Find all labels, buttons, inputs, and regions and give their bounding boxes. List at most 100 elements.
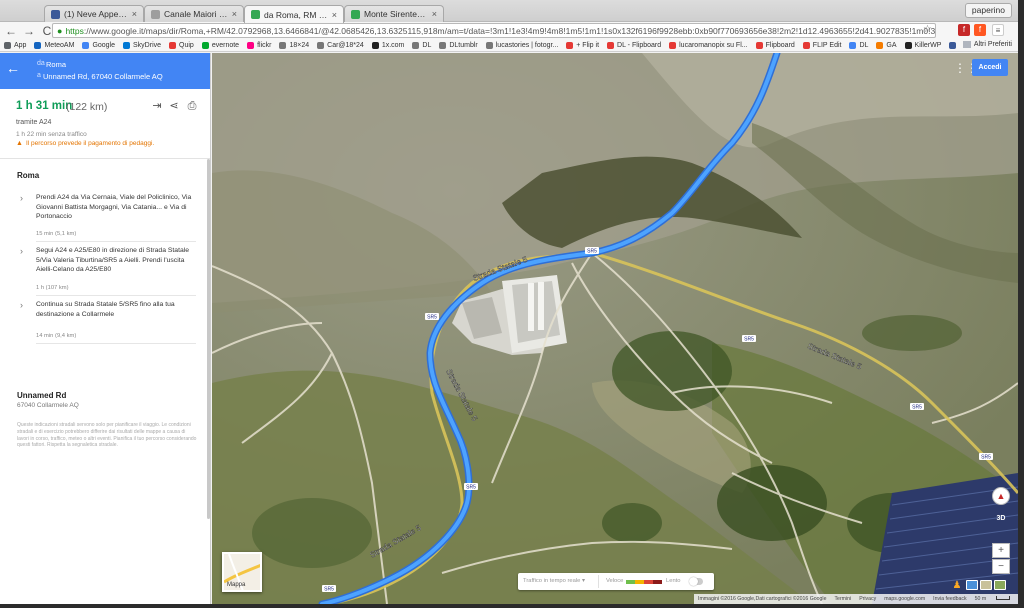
profile-button[interactable]: paperino bbox=[964, 3, 1012, 18]
apps-grid-icon[interactable]: ⋮⋮ bbox=[954, 62, 978, 74]
bookmark-item[interactable]: Flipboard bbox=[755, 41, 795, 49]
tab-monte-sirente[interactable]: Monte Sirente - Google Maps × bbox=[344, 5, 444, 22]
bookmark-favicon-icon bbox=[949, 41, 957, 49]
bookmark-item[interactable]: Quip bbox=[169, 41, 194, 49]
close-icon[interactable]: × bbox=[132, 9, 137, 19]
bookmark-label: FLIP Edit bbox=[812, 41, 842, 49]
direction-step[interactable]: › Prendi A24 da Via Cernaia, Viale del P… bbox=[0, 193, 207, 243]
back-arrow-icon[interactable]: ← bbox=[6, 61, 20, 75]
bookmark-item[interactable] bbox=[949, 41, 959, 49]
bookmark-item[interactable]: FLIP Edit bbox=[802, 41, 842, 49]
close-icon[interactable]: × bbox=[432, 9, 437, 19]
chevron-right-icon: › bbox=[20, 193, 23, 203]
sign-in-button[interactable]: Accedi bbox=[972, 59, 1008, 76]
road-shield: SR5 bbox=[742, 335, 756, 343]
bookmark-favicon-icon bbox=[371, 41, 379, 49]
bookmark-label: lucastories | fotogr... bbox=[495, 41, 559, 49]
other-bookmarks-folder[interactable]: Altri Preferiti bbox=[962, 41, 1012, 48]
bookmark-item[interactable]: MeteoAM bbox=[34, 41, 74, 49]
map-type-toggle[interactable]: Mappa bbox=[222, 552, 262, 592]
scale-label: 50 m bbox=[975, 596, 1018, 602]
address-bar[interactable]: ● https ://www.google.it/maps/dir/Roma,+… bbox=[52, 23, 936, 38]
bookmark-item[interactable]: + Flip it bbox=[566, 41, 599, 49]
step-meta: 1 h (107 km) bbox=[36, 285, 69, 291]
bookmark-item[interactable]: KillerWP bbox=[904, 41, 942, 49]
bookmark-item[interactable]: Car@18*24 bbox=[317, 41, 364, 49]
imagery-thumbnail[interactable] bbox=[980, 580, 992, 590]
bookmark-item[interactable]: flickr bbox=[247, 41, 271, 49]
extension-icon[interactable]: f bbox=[958, 24, 970, 36]
url-scheme: https bbox=[65, 25, 84, 36]
tab-neve-appennino[interactable]: (1) Neve Appennino × bbox=[44, 5, 144, 22]
bookmark-item[interactable]: Google bbox=[82, 41, 115, 49]
bookmark-label: KillerWP bbox=[914, 41, 942, 49]
compass-icon[interactable]: ▲ bbox=[992, 487, 1010, 505]
satellite-map[interactable]: SR5 SR5 SR5 SR5 SR5 SR5 SR5 Strada Stata… bbox=[212, 53, 1018, 604]
extension-icon[interactable]: f bbox=[974, 24, 986, 36]
traffic-legend-swatch bbox=[644, 580, 653, 584]
divider bbox=[36, 343, 196, 344]
destination-value[interactable]: Unnamed Rd, 67040 Collarmele AQ bbox=[43, 72, 163, 81]
route-duration: 1 h 31 min bbox=[16, 100, 73, 112]
browser-window: (1) Neve Appennino × Canale Maiori (Mont… bbox=[0, 0, 1018, 604]
menu-icon[interactable]: ≡ bbox=[992, 24, 1004, 36]
pegman-icon[interactable]: ♟ bbox=[952, 579, 962, 592]
directions-disclaimer: Queste indicazioni stradali servono solo… bbox=[17, 422, 197, 449]
road-shield: SR5 bbox=[425, 313, 439, 321]
bookmark-favicon-icon bbox=[279, 41, 287, 49]
traffic-dropdown[interactable]: Traffico in tempo reale ▾ bbox=[523, 578, 585, 584]
traffic-toggle[interactable] bbox=[689, 577, 703, 586]
bookmark-favicon-icon bbox=[201, 41, 209, 49]
direction-step[interactable]: › Continua su Strada Statale 5/SR5 fino … bbox=[0, 300, 207, 350]
maps-app: ← da Roma a Unnamed Rd, 67040 Collarmele… bbox=[0, 53, 1018, 604]
bookmark-item[interactable]: DLtumblr bbox=[439, 41, 478, 49]
send-to-device-icon[interactable]: ⇥ bbox=[151, 100, 163, 112]
origin-prefix: da bbox=[37, 60, 45, 67]
bookmark-item[interactable]: App bbox=[4, 41, 26, 49]
close-icon[interactable]: × bbox=[332, 10, 337, 20]
zoom-out-button[interactable]: − bbox=[992, 559, 1010, 574]
tilt-3d-button[interactable]: 3D bbox=[992, 512, 1010, 526]
tab-label: Monte Sirente - Google Maps bbox=[364, 9, 428, 19]
bookmark-label: DL bbox=[422, 41, 432, 49]
tab-route-roma[interactable]: da Roma, RM a Unnamed Rd × bbox=[244, 5, 344, 23]
bookmark-star-icon[interactable]: ☆ bbox=[923, 24, 932, 35]
privacy-link[interactable]: Privacy bbox=[859, 596, 876, 602]
maps-link[interactable]: maps.google.com bbox=[884, 596, 925, 602]
panel-scrollbar[interactable] bbox=[207, 159, 210, 519]
feedback-link[interactable]: Invia feedback bbox=[933, 596, 966, 602]
bookmark-item[interactable]: DL bbox=[412, 41, 432, 49]
bookmark-item[interactable]: DL - Flipboard bbox=[607, 41, 661, 49]
url-text: ://www.google.it/maps/dir/Roma,+RM/42.07… bbox=[83, 25, 936, 36]
tab-label: (1) Neve Appennino bbox=[64, 9, 128, 19]
origin-value[interactable]: Roma bbox=[46, 60, 66, 69]
share-icon[interactable]: ⋖ bbox=[168, 100, 180, 112]
lock-icon: ● bbox=[57, 25, 63, 36]
bookmark-item[interactable]: DL bbox=[849, 41, 868, 49]
bookmark-item[interactable]: 1x.com bbox=[371, 41, 404, 49]
bookmark-favicon-icon bbox=[607, 41, 615, 49]
bookmark-item[interactable]: GA bbox=[876, 41, 897, 49]
road-shield: SR5 bbox=[910, 403, 924, 411]
facebook-icon bbox=[51, 9, 60, 19]
bookmark-item[interactable]: SkyDrive bbox=[123, 41, 161, 49]
bookmark-item[interactable]: lucaromanopix su Fl... bbox=[669, 41, 748, 49]
tab-canale-maiori[interactable]: Canale Maiori (Monte Sirente × bbox=[144, 5, 244, 22]
bookmark-item[interactable]: 18×24 bbox=[279, 41, 309, 49]
imagery-thumbnail[interactable] bbox=[966, 580, 978, 590]
destination-address: 67040 Collarmele AQ bbox=[17, 402, 79, 409]
bookmark-item[interactable]: evernote bbox=[201, 41, 239, 49]
terms-link[interactable]: Termini bbox=[834, 596, 851, 602]
map-footer: Immagini ©2016 Google,Dati cartografici … bbox=[694, 594, 1018, 604]
print-icon[interactable]: ⎙ bbox=[186, 100, 198, 112]
zoom-in-button[interactable]: + bbox=[992, 543, 1010, 558]
imagery-thumbnail[interactable] bbox=[994, 580, 1006, 590]
close-icon[interactable]: × bbox=[232, 9, 237, 19]
direction-step[interactable]: › Segui A24 e A25/E80 in direzione di St… bbox=[0, 246, 207, 296]
back-icon[interactable]: ← bbox=[4, 24, 18, 38]
route-summary: 1 h 31 min (122 km) ⇥ ⋖ ⎙ tramite A24 1 … bbox=[0, 89, 210, 159]
bookmark-item[interactable]: lucastories | fotogr... bbox=[485, 41, 559, 49]
traffic-control[interactable]: Traffico in tempo reale ▾ Veloce Lento bbox=[518, 573, 714, 590]
bookmark-favicon-icon bbox=[755, 41, 763, 49]
forward-icon[interactable]: → bbox=[22, 24, 36, 38]
